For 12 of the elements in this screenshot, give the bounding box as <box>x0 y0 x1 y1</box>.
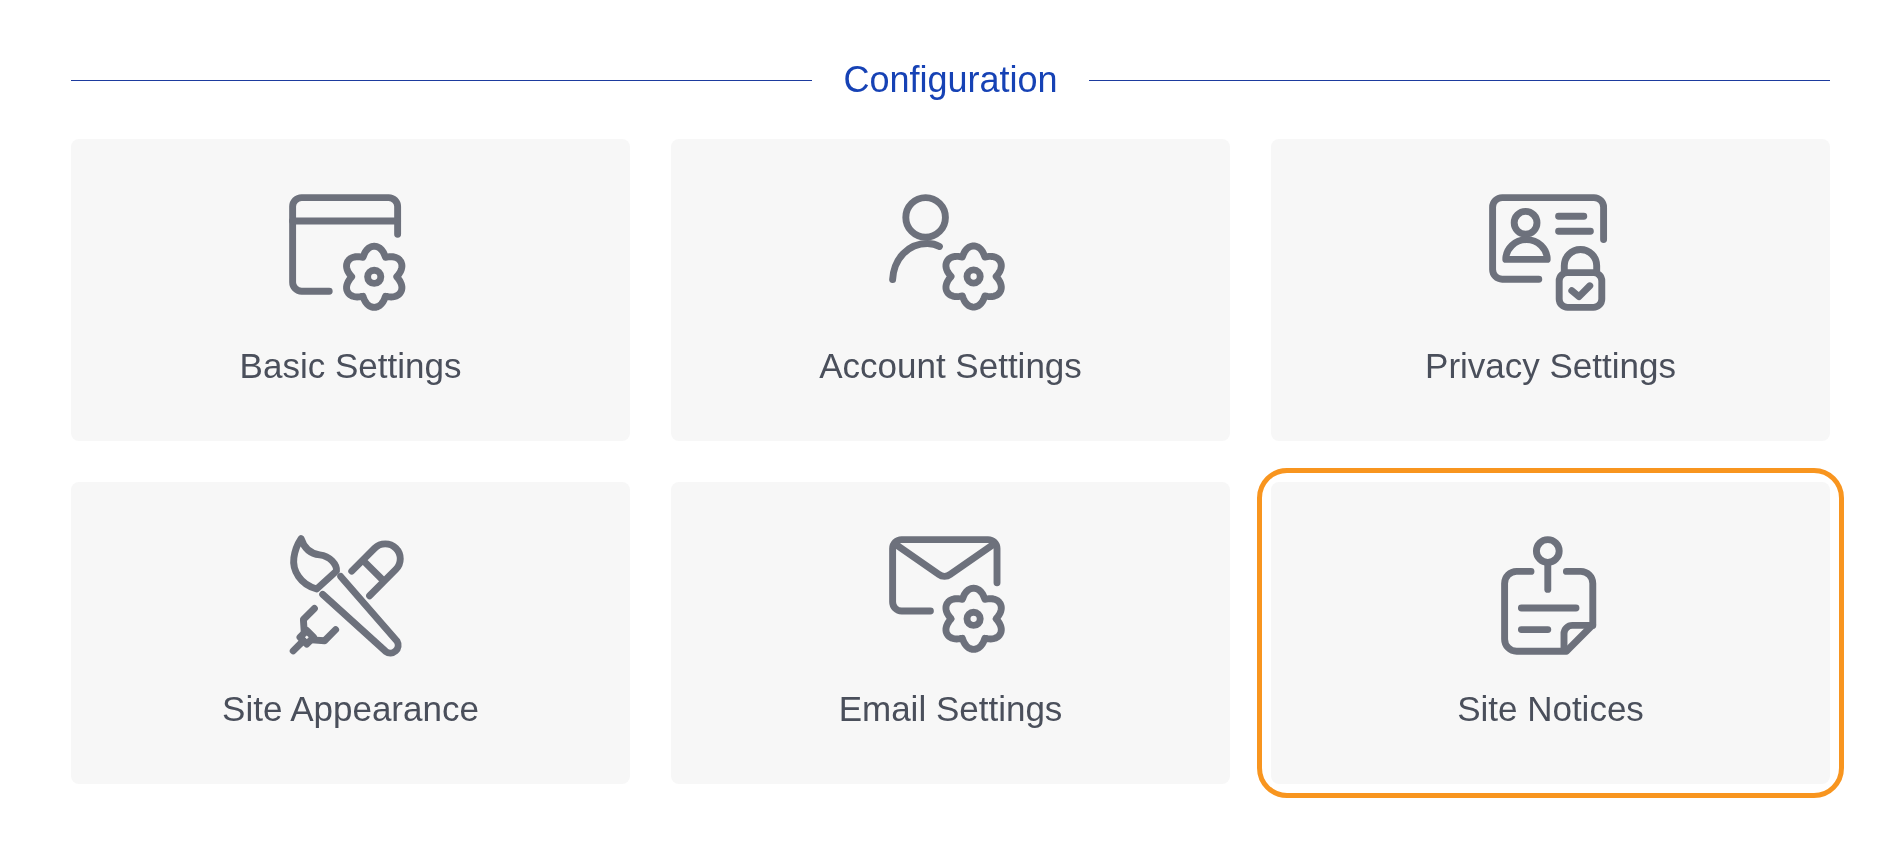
settings-tile[interactable]: Basic Settings <box>71 139 630 441</box>
section-heading: Configuration <box>843 60 1058 100</box>
window-gear-icon <box>288 194 406 311</box>
pinned-note-icon <box>1500 536 1597 656</box>
settings-tile[interactable]: Email Settings <box>671 482 1230 784</box>
settings-tile[interactable]: Account Settings <box>671 139 1230 441</box>
settings-tile[interactable]: Site Appearance <box>71 482 630 784</box>
user-gear-icon <box>889 194 1006 311</box>
settings-tile[interactable]: Privacy Settings <box>1271 139 1830 441</box>
envelope-gear-icon <box>889 536 1006 654</box>
settings-tile[interactable]: Site Notices <box>1271 482 1830 784</box>
id-card-lock-icon <box>1489 194 1608 311</box>
